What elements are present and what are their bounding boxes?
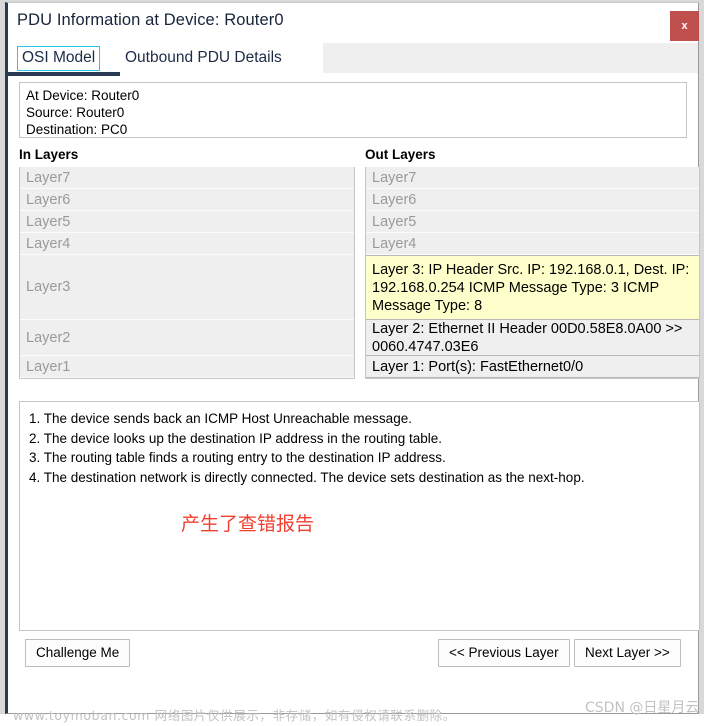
info-destination: Destination: PC0 xyxy=(26,122,128,137)
tab-bar-filler xyxy=(323,43,698,73)
out-layer-row-5[interactable]: Layer5 xyxy=(366,211,699,233)
annotation-note: 产生了查错报告 xyxy=(181,513,315,535)
in-layer-row-7[interactable]: Layer7 xyxy=(20,167,354,189)
next-layer-button[interactable]: Next Layer >> xyxy=(574,639,681,667)
tab-outbound-pdu-details[interactable]: Outbound PDU Details xyxy=(120,46,287,71)
challenge-me-button[interactable]: Challenge Me xyxy=(25,639,131,667)
tab-osi-model[interactable]: OSI Model xyxy=(17,46,101,71)
description-step: 1. The device sends back an ICMP Host Un… xyxy=(29,411,412,426)
in-layer-row-6[interactable]: Layer6 xyxy=(20,189,354,211)
device-info-panel: At Device: Router0 Source: Router0 Desti… xyxy=(19,82,687,138)
in-layers-header: In Layers xyxy=(19,147,79,162)
description-step: 4. The destination network is directly c… xyxy=(29,469,585,485)
in-layer-row-4[interactable]: Layer4 xyxy=(20,233,354,255)
out-layer-row-1[interactable]: Layer 1: Port(s): FastEthernet0/0 xyxy=(366,356,699,378)
in-layer-row-5[interactable]: Layer5 xyxy=(20,211,354,233)
window-titlebar: PDU Information at Device: Router0 x xyxy=(8,3,699,43)
page-title: PDU Information at Device: Router0 xyxy=(17,11,284,29)
close-icon[interactable]: x xyxy=(670,11,699,41)
out-layer-row-2[interactable]: Layer 2: Ethernet II Header 00D0.58E8.0A… xyxy=(366,320,699,356)
button-bar: Challenge Me << Previous Layer Next Laye… xyxy=(8,639,700,689)
tab-bar: OSI Model Outbound PDU Details xyxy=(8,43,698,76)
tab-selected-underline xyxy=(8,72,120,76)
watermark-csdn: CSDN @日星月云 xyxy=(585,700,700,716)
out-layers-list: Layer7 Layer6 Layer5 Layer4 Layer 3: IP … xyxy=(365,167,700,379)
out-layer-row-6[interactable]: Layer6 xyxy=(366,189,699,211)
previous-layer-button[interactable]: << Previous Layer xyxy=(438,639,570,667)
out-layer-row-4[interactable]: Layer4 xyxy=(366,233,699,255)
out-layers-header: Out Layers xyxy=(365,147,436,162)
info-source: Source: Router0 xyxy=(26,105,125,120)
description-step: 2. The device looks up the destination I… xyxy=(29,430,443,446)
pdu-information-window: PDU Information at Device: Router0 x OSI… xyxy=(5,2,700,714)
in-layer-row-1[interactable]: Layer1 xyxy=(20,356,354,378)
description-step: 3. The routing table finds a routing ent… xyxy=(29,450,446,465)
in-layer-row-3[interactable]: Layer3 xyxy=(20,255,354,320)
in-layer-row-2[interactable]: Layer2 xyxy=(20,320,354,356)
watermark-site: www.toymoban.com 网络图片仅供展示，非存储，如有侵权请联系删除。 xyxy=(13,708,456,723)
info-at-device: At Device: Router0 xyxy=(26,88,140,103)
in-layers-list: Layer7 Layer6 Layer5 Layer4 Layer3 Layer… xyxy=(19,167,355,379)
out-layer-row-7[interactable]: Layer7 xyxy=(366,167,699,189)
out-layer-row-3[interactable]: Layer 3: IP Header Src. IP: 192.168.0.1,… xyxy=(366,255,699,320)
description-panel: 1. The device sends back an ICMP Host Un… xyxy=(19,401,700,631)
